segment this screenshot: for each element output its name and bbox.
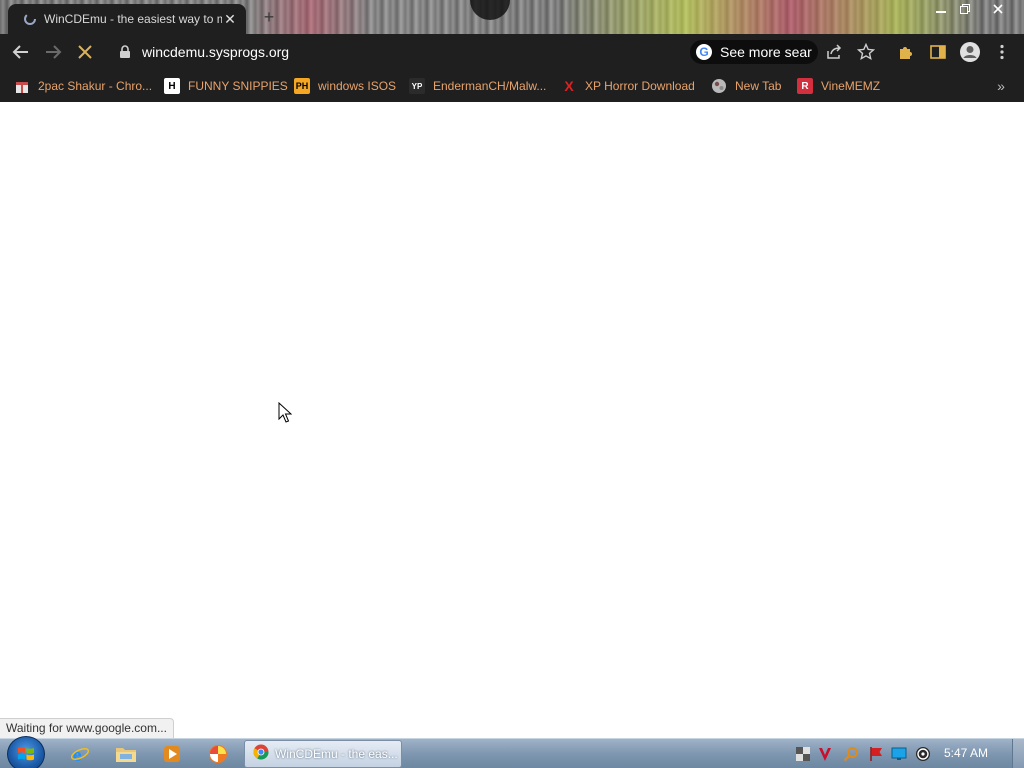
pinwheel-app-icon[interactable] [198, 742, 238, 766]
bookmark-item[interactable]: R VineMEMZ [797, 76, 880, 96]
taskbar: e WinCDEmu - the eas... 5:47 AM [0, 736, 1024, 768]
bookmark-item[interactable]: X XP Horror Download [561, 76, 695, 96]
tab-title: WinCDEmu - the easiest way to m [44, 12, 222, 26]
profile-icon[interactable] [958, 40, 982, 64]
show-desktop-button[interactable] [1012, 739, 1024, 768]
bookmark-label: New Tab [735, 79, 782, 93]
ph-icon: PH [294, 78, 310, 94]
yp-icon: YP [409, 78, 425, 94]
bookmark-label: FUNNY SNIPPIES [188, 79, 288, 93]
bookmark-item[interactable]: New Tab [711, 76, 781, 96]
taskbar-clock[interactable]: 5:47 AM [944, 746, 988, 760]
bookmark-label: 2pac Shakur - Chro... [38, 79, 153, 93]
bookmark-label: XP Horror Download [585, 79, 695, 93]
h-icon: H [164, 78, 180, 94]
monitor-icon[interactable] [890, 745, 908, 763]
forward-arrow-icon[interactable] [41, 40, 65, 64]
browser-title-bar: WinCDEmu - the easiest way to m ✕ + [0, 0, 1024, 34]
r-icon: R [797, 78, 813, 94]
new-tab-button[interactable]: + [260, 8, 278, 26]
browser-toolbar: wincdemu.sysprogs.org G See more sear [0, 34, 1024, 70]
back-arrow-icon[interactable] [9, 40, 33, 64]
puzzle-icon[interactable] [894, 40, 918, 64]
svg-text:e: e [73, 745, 81, 764]
bookmark-label: EndermanCH/Malw... [433, 79, 547, 93]
tab-favicon-icon [22, 11, 38, 27]
lock-icon[interactable] [119, 45, 131, 64]
stop-loading-icon[interactable] [73, 40, 97, 64]
kebab-menu-icon[interactable] [990, 40, 1014, 64]
search-chip[interactable]: G See more sear [690, 40, 818, 64]
theme-streak [470, 0, 510, 20]
side-panel-icon[interactable] [926, 40, 950, 64]
taskbar-chrome-window[interactable]: WinCDEmu - the eas... [244, 740, 402, 768]
media-player-icon[interactable] [152, 742, 192, 766]
restore-icon[interactable] [954, 0, 976, 18]
flag-icon[interactable] [867, 745, 885, 763]
bookmark-item[interactable]: YP EndermanCH/Malw... [409, 76, 546, 96]
status-bubble: Waiting for www.google.com... [0, 718, 174, 738]
address-bar[interactable]: wincdemu.sysprogs.org G See more sear [110, 38, 886, 66]
bookmark-item[interactable]: H FUNNY SNIPPIES [164, 76, 288, 96]
x-icon: X [564, 78, 574, 94]
share-icon[interactable] [822, 40, 846, 64]
taskbar-window-label: WinCDEmu - the eas... [275, 747, 398, 761]
globe-icon [711, 78, 727, 94]
theme-splash [560, 0, 980, 34]
close-icon[interactable] [984, 0, 1012, 18]
bookmark-label: windows ISOS [318, 79, 397, 93]
v-logo-icon[interactable] [816, 745, 834, 763]
star-icon[interactable] [854, 40, 878, 64]
file-explorer-icon[interactable] [106, 742, 146, 766]
bookmark-item[interactable]: 2pac Shakur - Chro... [14, 76, 152, 96]
page-content [0, 102, 1024, 738]
bookmarks-bar: 2pac Shakur - Chro... H FUNNY SNIPPIES P… [0, 70, 1024, 102]
mouse-cursor-icon [278, 401, 293, 429]
bookmark-label: VineMEMZ [821, 79, 881, 93]
tab-active[interactable]: WinCDEmu - the easiest way to m ✕ [8, 4, 246, 34]
disc-icon[interactable] [914, 745, 932, 763]
internet-explorer-icon[interactable]: e [60, 742, 100, 766]
chess-icon[interactable] [794, 745, 812, 763]
bookmarks-overflow-button[interactable]: » [992, 76, 1010, 96]
google-g-icon: G [696, 44, 712, 60]
url-text[interactable]: wincdemu.sysprogs.org [142, 44, 289, 60]
search-chip-label: See more sear [720, 44, 812, 60]
tab-close-icon[interactable]: ✕ [222, 11, 238, 27]
gift-icon [14, 78, 30, 94]
bookmark-item[interactable]: PH windows ISOS [294, 76, 396, 96]
windows-orb-icon[interactable] [7, 736, 45, 768]
chrome-icon [253, 744, 269, 765]
search-tray-icon[interactable] [842, 745, 860, 763]
minimize-icon[interactable] [930, 0, 952, 18]
